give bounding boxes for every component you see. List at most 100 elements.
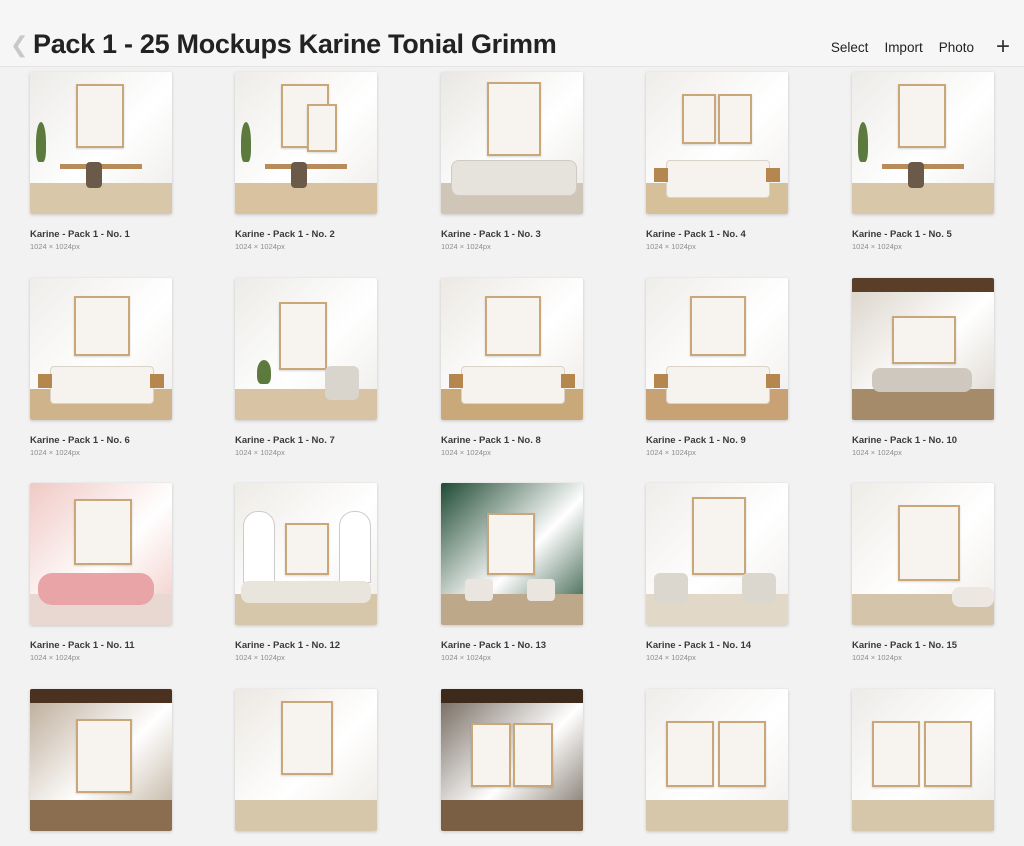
nightstand [150,374,164,388]
poster-frame [718,94,752,144]
plant [36,122,46,162]
mockup-title: Karine - Pack 1 - No. 7 [235,435,335,446]
mockup-card[interactable]: Karine - Pack 1 - No. 13 1024 × 1024px [441,483,583,662]
floor [646,799,788,831]
nightstand [766,374,780,388]
mockup-title: Karine - Pack 1 - No. 4 [646,229,746,240]
poster-frame [471,723,511,787]
mockup-dimensions: 1024 × 1024px [852,653,902,662]
mockup-thumbnail[interactable] [441,72,583,214]
poster-frame [513,723,553,787]
page-title: Pack 1 - 25 Mockups Karine Tonial Grimm [33,29,557,59]
mockup-grid: Karine - Pack 1 - No. 1 1024 × 1024px Kari… [0,0,1024,831]
mockup-thumbnail[interactable] [30,278,172,420]
mockup-thumbnail[interactable] [441,278,583,420]
mockup-thumbnail[interactable] [646,483,788,625]
sofa [952,587,994,607]
mockup-thumbnail[interactable] [441,689,583,831]
nightstand [561,374,575,388]
mockup-thumbnail[interactable] [852,689,994,831]
mockup-card[interactable]: Karine - Pack 1 - No. 11 1024 × 1024px [30,483,172,662]
mockup-thumbnail[interactable] [646,689,788,831]
mockup-title: Karine - Pack 1 - No. 10 [852,435,958,446]
select-button[interactable]: Select [831,40,869,55]
sofa [451,160,577,196]
armchair [325,366,359,400]
armchair [465,579,493,601]
photo-button[interactable]: Photo [939,40,974,55]
poster-frame [898,84,946,148]
mockup-thumbnail[interactable] [30,72,172,214]
chair [291,162,307,188]
mockup-dimensions: 1024 × 1024px [441,448,491,457]
mockup-card[interactable]: Karine - Pack 1 - No. 7 1024 × 1024px [235,278,377,457]
mockup-dimensions: 1024 × 1024px [852,242,902,251]
mockup-title: Karine - Pack 1 - No. 2 [235,229,335,240]
mockup-thumbnail[interactable] [235,689,377,831]
beam [441,689,583,703]
floor [235,799,377,831]
mockup-card[interactable]: Karine - Pack 1 - No. 8 1024 × 1024px [441,278,583,457]
sofa [241,581,371,603]
poster-frame [76,719,132,793]
mockup-card[interactable]: Karine - Pack 1 - No. 2 1024 × 1024px [235,72,377,251]
mockup-dimensions: 1024 × 1024px [852,448,902,457]
mockup-card[interactable]: Karine - Pack 1 - No. 6 1024 × 1024px [30,278,172,457]
mockup-thumbnail[interactable] [235,483,377,625]
mockup-card[interactable]: Karine - Pack 1 - No. 14 1024 × 1024px [646,483,788,662]
mockup-dimensions: 1024 × 1024px [646,653,696,662]
mockup-card[interactable]: Karine - Pack 1 - No. 12 1024 × 1024px [235,483,377,662]
beam [30,689,172,703]
nightstand [766,168,780,182]
mockup-title: Karine - Pack 1 - No. 5 [852,229,952,240]
poster-frame [892,316,956,364]
mockup-card[interactable]: Karine - Pack 1 - No. 9 1024 × 1024px [646,278,788,457]
mockup-thumbnail[interactable] [646,72,788,214]
mockup-thumbnail[interactable] [852,483,994,625]
poster-frame [692,497,746,575]
nightstand [38,374,52,388]
mockup-thumbnail[interactable] [235,278,377,420]
poster-frame [307,104,337,152]
nightstand [654,374,668,388]
mockup-thumbnail[interactable] [441,483,583,625]
floor [235,182,377,214]
floor [30,182,172,214]
mockup-thumbnail[interactable] [30,483,172,625]
add-icon[interactable]: + [996,35,1010,59]
mockup-card[interactable]: Karine - Pack 1 - No. 1 1024 × 1024px [30,72,172,251]
poster-frame [487,82,541,156]
mockup-thumbnail[interactable] [235,72,377,214]
mockup-dimensions: 1024 × 1024px [441,653,491,662]
mockup-title: Karine - Pack 1 - No. 6 [30,435,130,446]
plant [241,122,251,162]
arched-window [243,511,275,583]
mockup-thumbnail[interactable] [646,278,788,420]
import-button[interactable]: Import [884,40,922,55]
poster-frame [898,505,960,581]
beam [852,278,994,292]
mockup-card[interactable]: Karine - Pack 1 - No. 10 1024 × 1024px [852,278,994,457]
floor [441,593,583,625]
mockup-card[interactable]: Karine - Pack 1 - No. 4 1024 × 1024px [646,72,788,251]
bed [666,160,770,198]
mockup-thumbnail[interactable] [852,72,994,214]
mockup-thumbnail[interactable] [30,689,172,831]
mockup-dimensions: 1024 × 1024px [646,242,696,251]
mockup-thumbnail[interactable] [852,278,994,420]
mockup-dimensions: 1024 × 1024px [30,653,80,662]
mockup-title: Karine - Pack 1 - No. 11 [30,640,135,651]
mockup-title: Karine - Pack 1 - No. 1 [30,229,130,240]
mockup-dimensions: 1024 × 1024px [235,242,285,251]
mockup-card[interactable]: Karine - Pack 1 - No. 3 1024 × 1024px [441,72,583,251]
plant [858,122,868,162]
header-actions: Select Import Photo + [815,35,1010,59]
mockup-card[interactable]: Karine - Pack 1 - No. 5 1024 × 1024px [852,72,994,251]
back-chevron-icon[interactable]: ❮ [10,34,28,56]
armchair [654,573,688,603]
bed [50,366,154,404]
mockup-card[interactable]: Karine - Pack 1 - No. 15 1024 × 1024px [852,483,994,662]
mockup-title: Karine - Pack 1 - No. 3 [441,229,541,240]
poster-frame [285,523,329,575]
sofa [872,368,972,392]
